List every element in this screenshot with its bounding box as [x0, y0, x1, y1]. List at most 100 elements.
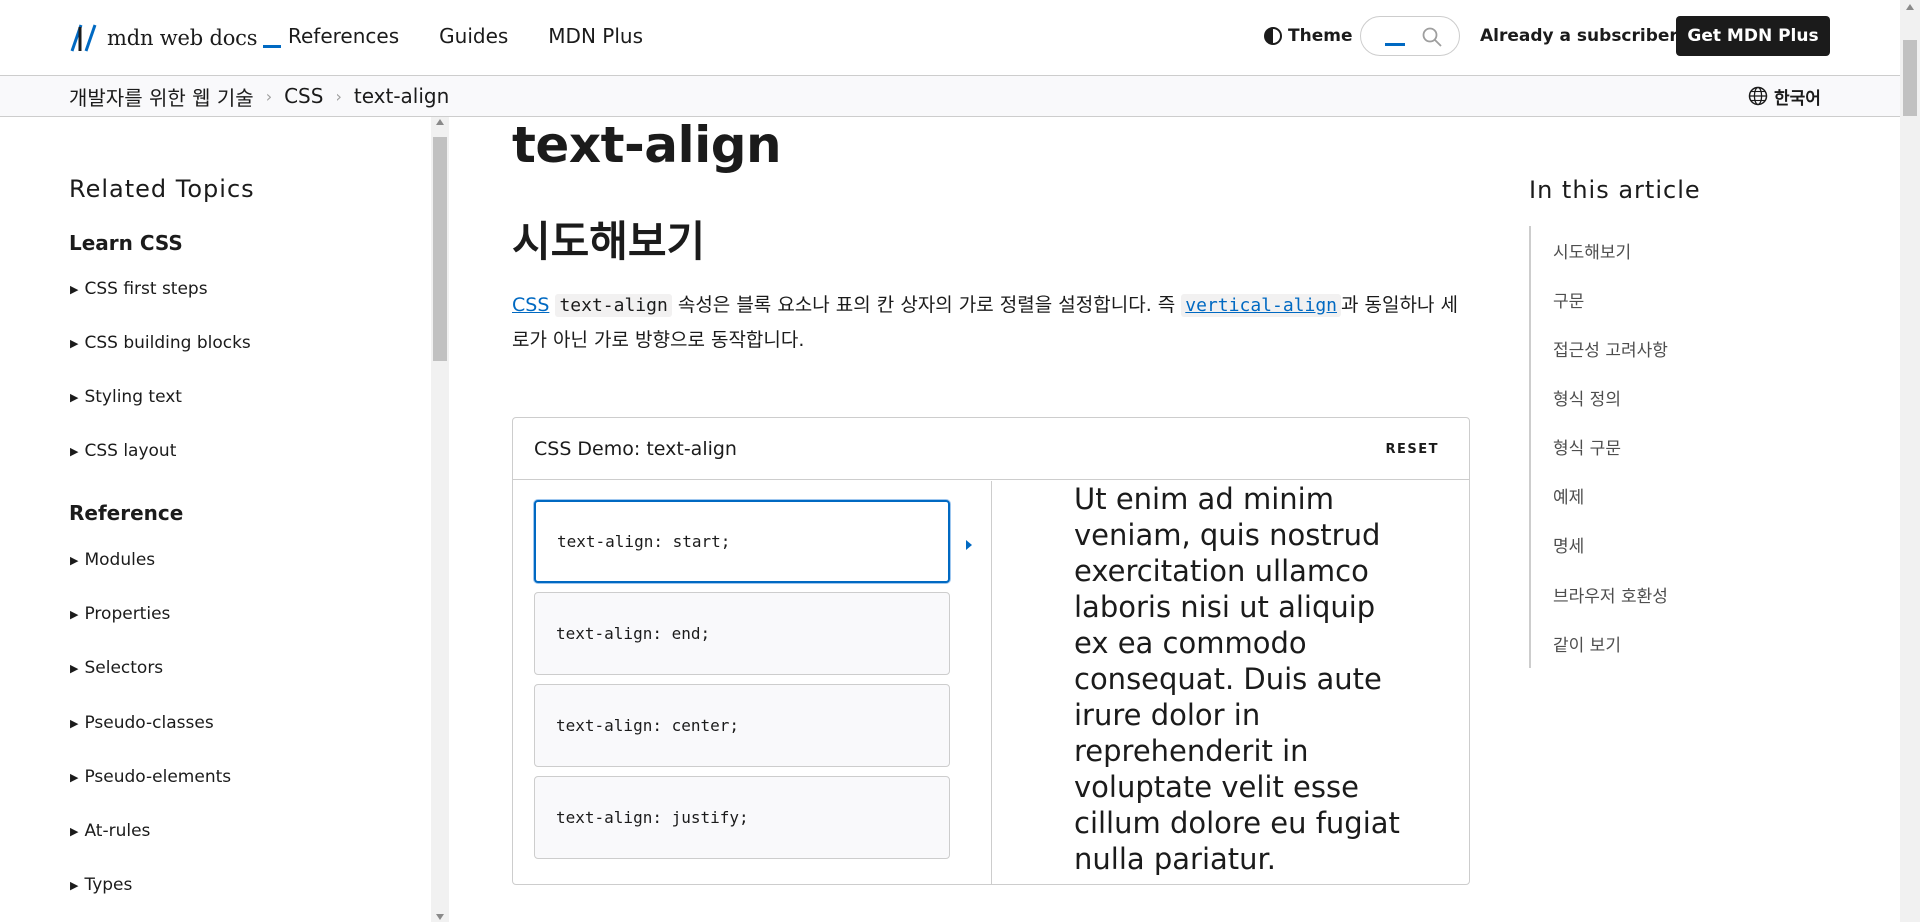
scroll-up-arrow-icon[interactable]	[436, 119, 444, 125]
sidebar-item-modules[interactable]: ▶ Modules	[70, 550, 155, 570]
sidebar-item-label: Selectors	[84, 658, 164, 678]
vertical-align-code: vertical-align	[1181, 294, 1342, 317]
sidebar-item-css-layout[interactable]: ▶ CSS layout	[70, 441, 176, 461]
toc-item[interactable]: 명세	[1553, 532, 1584, 557]
reset-button[interactable]: RESET	[1385, 442, 1439, 457]
sidebar-item-properties[interactable]: ▶ Properties	[70, 604, 170, 624]
expand-triangle-icon: ▶	[70, 716, 79, 730]
page-scrollbar[interactable]	[1900, 0, 1920, 922]
sidebar-item-label: At-rules	[84, 821, 151, 841]
scroll-up-arrow-icon[interactable]	[1906, 4, 1914, 10]
toc-item[interactable]: 브라우저 호환성	[1553, 582, 1668, 607]
expand-triangle-icon: ▶	[70, 607, 79, 621]
language-switcher[interactable]: 한국어	[1748, 76, 1821, 116]
sidebar-item-label: Types	[84, 875, 133, 895]
sidebar-item-label: CSS building blocks	[84, 333, 251, 353]
breadcrumb-css[interactable]: CSS	[284, 84, 323, 108]
sidebar-heading: Related Topics	[69, 175, 255, 203]
css-demo: CSS Demo: text-align RESET text-align: s…	[512, 417, 1470, 885]
expand-triangle-icon: ▶	[70, 282, 79, 296]
get-mdn-plus-button[interactable]: Get MDN Plus	[1676, 16, 1830, 56]
toc-item[interactable]: 구문	[1553, 287, 1584, 312]
nav-mdn-plus[interactable]: MDN Plus	[548, 24, 643, 48]
nav-references[interactable]: References	[288, 24, 399, 48]
sidebar-item-label: Pseudo-classes	[84, 713, 214, 733]
table-of-contents: 시도해보기 구문 접근성 고려사항 형식 정의 형식 구문 예제 명세 브라우저…	[1529, 226, 1729, 668]
sidebar-section-learn: Learn CSS	[69, 231, 183, 255]
scroll-down-arrow-icon[interactable]	[436, 914, 444, 920]
demo-header: CSS Demo: text-align RESET	[513, 418, 1469, 480]
mdn-logo[interactable]: mdn web docs	[69, 22, 282, 54]
toc-item[interactable]: 예제	[1553, 483, 1584, 508]
sidebar-item-label: CSS first steps	[84, 279, 208, 299]
demo-output-text: Ut enim ad minim veniam, quis nostrud ex…	[1074, 482, 1400, 876]
sidebar-scrollbar[interactable]	[431, 117, 449, 922]
expand-triangle-icon: ▶	[70, 390, 79, 404]
sidebar-section-reference: Reference	[69, 501, 184, 525]
breadcrumb: 개발자를 위한 웹 기술 › CSS › text-align	[69, 76, 449, 116]
sidebar-item-pseudo-classes[interactable]: ▶ Pseudo-classes	[70, 713, 214, 733]
demo-choice-center[interactable]: text-align: center;	[534, 684, 950, 767]
theme-button[interactable]: Theme	[1264, 22, 1352, 50]
theme-icon	[1264, 27, 1282, 45]
login-link[interactable]: Already a subscriber?	[1480, 22, 1688, 50]
expand-triangle-icon: ▶	[70, 553, 79, 567]
demo-output: Ut enim ad minim veniam, quis nostrud ex…	[992, 481, 1469, 884]
globe-icon	[1748, 86, 1768, 106]
breadcrumb-bar: 개발자를 위한 웹 기술 › CSS › text-align 한국어	[0, 76, 1920, 117]
toc-item[interactable]: 형식 정의	[1553, 385, 1621, 410]
sidebar-item-label: Styling text	[84, 387, 182, 407]
property-code: text-align	[555, 294, 672, 317]
intro-paragraph: CSS text-align 속성은 블록 요소나 표의 칸 상자의 가로 정렬…	[512, 288, 1472, 357]
expand-triangle-icon: ▶	[70, 661, 79, 675]
page-scrollbar-thumb[interactable]	[1903, 40, 1917, 116]
toc-item[interactable]: 형식 구문	[1553, 434, 1621, 459]
breadcrumb-separator: ›	[265, 86, 273, 106]
logo-text: mdn web docs	[107, 26, 258, 50]
breadcrumb-current[interactable]: text-align	[354, 84, 449, 108]
selected-arrow-icon	[966, 540, 972, 550]
breadcrumb-web-tech[interactable]: 개발자를 위한 웹 기술	[69, 82, 254, 111]
expand-triangle-icon: ▶	[70, 336, 79, 350]
demo-choice-end[interactable]: text-align: end;	[534, 592, 950, 675]
sidebar-item-css-first-steps[interactable]: ▶ CSS first steps	[70, 279, 208, 299]
intro-text-1: 속성은 블록 요소나 표의 칸 상자의 가로 정렬을 설정합니다. 즉	[671, 294, 1182, 316]
breadcrumb-separator: ›	[335, 86, 342, 106]
demo-choice-justify[interactable]: text-align: justify;	[534, 776, 950, 859]
toc-item[interactable]: 같이 보기	[1553, 631, 1621, 656]
logo-cursor	[263, 44, 282, 48]
sidebar-item-label: Pseudo-elements	[84, 767, 232, 787]
sidebar: Related Topics Learn CSS ▶ CSS first ste…	[0, 117, 431, 922]
nav-guides[interactable]: Guides	[439, 24, 508, 48]
css-link[interactable]: CSS	[512, 294, 549, 316]
expand-triangle-icon: ▶	[70, 824, 79, 838]
sidebar-item-pseudo-elements[interactable]: ▶ Pseudo-elements	[70, 767, 231, 787]
page-title: text-align	[512, 116, 782, 174]
sidebar-item-css-building-blocks[interactable]: ▶ CSS building blocks	[70, 333, 251, 353]
sidebar-item-selectors[interactable]: ▶ Selectors	[70, 658, 163, 678]
sidebar-item-label: CSS layout	[84, 441, 177, 461]
toc-item[interactable]: 시도해보기	[1553, 238, 1631, 263]
expand-triangle-icon: ▶	[70, 770, 79, 784]
section-title-try-it: 시도해보기	[512, 217, 706, 266]
sidebar-item-label: Modules	[84, 550, 156, 570]
top-header: mdn web docs References Guides MDN Plus …	[0, 0, 1920, 76]
expand-triangle-icon: ▶	[70, 878, 79, 892]
sidebar-scrollbar-thumb[interactable]	[433, 137, 447, 361]
language-label: 한국어	[1774, 88, 1821, 109]
mdn-logo-icon	[70, 24, 97, 52]
sidebar-item-at-rules[interactable]: ▶ At-rules	[70, 821, 150, 841]
demo-title: CSS Demo: text-align	[534, 438, 737, 460]
vertical-align-link[interactable]: vertical-align	[1181, 294, 1342, 317]
demo-choice-start[interactable]: text-align: start;	[534, 500, 950, 583]
sidebar-item-label: Properties	[84, 604, 171, 624]
search-input[interactable]	[1385, 43, 1405, 46]
sidebar-item-types[interactable]: ▶ Types	[70, 875, 132, 895]
search-icon[interactable]	[1421, 26, 1443, 48]
toc-title: In this article	[1529, 176, 1701, 204]
sidebar-item-styling-text[interactable]: ▶ Styling text	[70, 387, 182, 407]
theme-label: Theme	[1288, 26, 1353, 46]
toc-item[interactable]: 접근성 고려사항	[1553, 336, 1668, 361]
main-nav: References Guides MDN Plus	[288, 0, 643, 72]
search-box[interactable]	[1360, 16, 1460, 56]
